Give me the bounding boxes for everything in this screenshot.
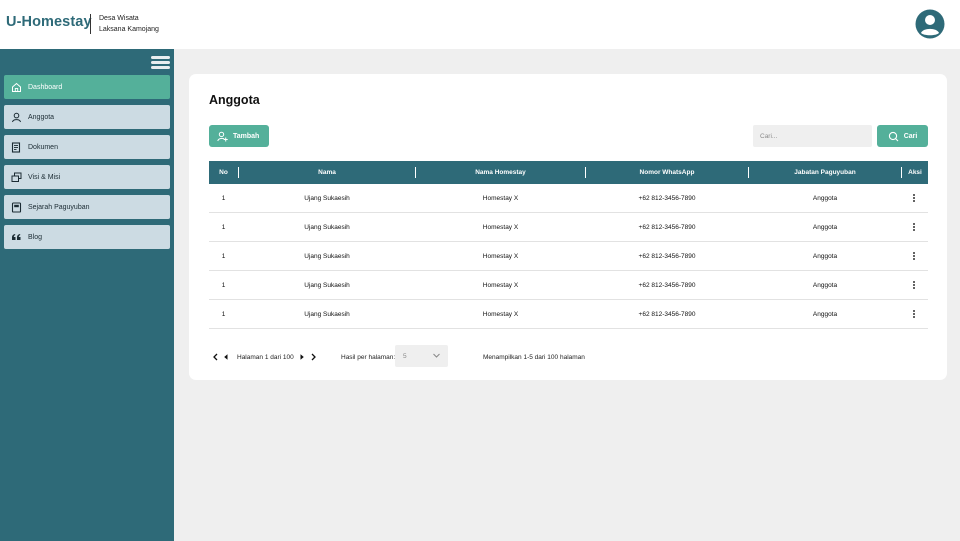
cell-nama: Ujang Sukaesih <box>304 310 350 318</box>
document-icon <box>11 141 22 153</box>
cell-nama-homestay: Homestay X <box>482 252 519 260</box>
cell-no: 1 <box>221 194 226 202</box>
sidebar-item-label: Dashboard <box>28 83 63 91</box>
column-header-nomor-whatsapp[interactable]: Nomor WhatsApp <box>586 161 748 184</box>
first-page-icon[interactable] <box>212 348 219 366</box>
sidebar-item-anggota[interactable]: Anggota <box>4 105 170 129</box>
cell-nama-homestay: Homestay X <box>482 194 519 202</box>
page-indicator: Halaman 1 dari 100 <box>237 353 294 361</box>
cell-jabatan: Anggota <box>812 310 838 318</box>
table-row: 1 Ujang Sukaesih Homestay X +62 812-3456… <box>209 271 928 300</box>
sidebar-item-label: Sejarah Paguyuban <box>28 203 90 211</box>
more-options-icon[interactable] <box>909 271 919 299</box>
cell-no: 1 <box>221 223 226 231</box>
hamburger-menu-icon[interactable] <box>151 56 170 69</box>
column-header-nama[interactable]: Nama <box>239 161 415 184</box>
cell-nama-homestay: Homestay X <box>482 281 519 289</box>
add-member-button[interactable]: Tambah <box>209 125 269 147</box>
cell-nama-homestay: Homestay X <box>482 310 519 318</box>
search-icon <box>888 131 899 142</box>
brand-subtitle-line1: Desa Wisata <box>99 15 139 22</box>
home-icon <box>11 82 22 93</box>
cell-no: 1 <box>221 310 226 318</box>
cell-jabatan: Anggota <box>812 223 838 231</box>
cell-nama: Ujang Sukaesih <box>304 194 350 202</box>
next-page-icon[interactable] <box>299 348 305 366</box>
search-button-label: Cari <box>903 132 918 140</box>
column-header-nama-homestay[interactable]: Nama Homestay <box>416 161 585 184</box>
cell-nama: Ujang Sukaesih <box>304 252 350 260</box>
main-card: Anggota Tambah Cari No Nama Nama Homesta… <box>189 74 947 380</box>
more-options-icon[interactable] <box>909 213 919 241</box>
cell-nama: Ujang Sukaesih <box>304 281 350 289</box>
column-header-no[interactable]: No <box>209 161 238 184</box>
user-icon <box>11 112 22 123</box>
sidebar: Dashboard Anggota Dokumen Visi & Misi Se… <box>0 49 174 541</box>
page-title: Anggota <box>209 93 260 107</box>
table-row: 1 Ujang Sukaesih Homestay X +62 812-3456… <box>209 242 928 271</box>
cell-nomor-whatsapp: +62 812-3456-7890 <box>638 310 696 318</box>
cell-nomor-whatsapp: +62 812-3456-7890 <box>638 223 696 231</box>
quote-icon <box>11 232 22 243</box>
cell-no: 1 <box>221 281 226 289</box>
sidebar-item-label: Anggota <box>28 113 55 121</box>
per-page-value: 5 <box>403 352 407 360</box>
top-bar: U-Homestay Desa Wisata Laksana Kamojang <box>0 0 960 49</box>
cell-nomor-whatsapp: +62 812-3456-7890 <box>638 281 696 289</box>
table-row: 1 Ujang Sukaesih Homestay X +62 812-3456… <box>209 184 928 213</box>
brand-subtitle: Desa Wisata Laksana Kamojang <box>99 14 159 35</box>
brand-subtitle-line2: Laksana Kamojang <box>99 25 159 33</box>
per-page-select[interactable]: 5 <box>395 345 448 367</box>
table-row: 1 Ujang Sukaesih Homestay X +62 812-3456… <box>209 213 928 242</box>
add-user-icon <box>217 131 228 142</box>
book-icon <box>11 201 22 213</box>
user-circle-icon[interactable] <box>915 9 945 39</box>
cell-jabatan: Anggota <box>812 194 838 202</box>
table-row: 1 Ujang Sukaesih Homestay X +62 812-3456… <box>209 300 928 329</box>
search-input[interactable] <box>753 125 872 147</box>
cell-no: 1 <box>221 252 226 260</box>
add-button-label: Tambah <box>233 132 260 140</box>
pagination: Halaman 1 dari 100 Hasil per halaman: Me… <box>209 348 928 366</box>
search-button[interactable]: Cari <box>877 125 928 147</box>
sidebar-item-label: Blog <box>28 233 43 241</box>
chevron-down-icon <box>432 351 441 360</box>
results-summary: Menampilkan 1-5 dari 100 halaman <box>483 353 585 361</box>
sidebar-item-blog[interactable]: Blog <box>4 225 170 249</box>
cell-jabatan: Anggota <box>812 252 838 260</box>
sidebar-item-sejarah-paguyuban[interactable]: Sejarah Paguyuban <box>4 195 170 219</box>
layers-icon <box>11 172 22 183</box>
more-options-icon[interactable] <box>909 300 919 328</box>
cell-nomor-whatsapp: +62 812-3456-7890 <box>638 252 696 260</box>
column-header-jabatan-paguyuban[interactable]: Jabatan Paguyuban <box>749 161 901 184</box>
per-page-label: Hasil per halaman: <box>341 353 396 361</box>
more-options-icon[interactable] <box>909 242 919 270</box>
column-header-aksi: Aksi <box>908 169 922 176</box>
last-page-icon[interactable] <box>310 348 317 366</box>
cell-nama: Ujang Sukaesih <box>304 223 350 231</box>
table-header: No Nama Nama Homestay Nomor WhatsApp Jab… <box>209 161 928 184</box>
sidebar-item-label: Dokumen <box>28 143 58 151</box>
cell-nama-homestay: Homestay X <box>482 223 519 231</box>
brand-logo[interactable]: U-Homestay <box>6 14 92 30</box>
more-options-icon[interactable] <box>909 184 919 212</box>
sidebar-item-dokumen[interactable]: Dokumen <box>4 135 170 159</box>
sidebar-item-visi-misi[interactable]: Visi & Misi <box>4 165 170 189</box>
cell-nomor-whatsapp: +62 812-3456-7890 <box>638 194 696 202</box>
sidebar-item-label: Visi & Misi <box>28 173 61 181</box>
sidebar-item-dashboard[interactable]: Dashboard <box>4 75 170 99</box>
cell-jabatan: Anggota <box>812 281 838 289</box>
brand-divider <box>90 14 91 34</box>
prev-page-icon[interactable] <box>223 348 229 366</box>
